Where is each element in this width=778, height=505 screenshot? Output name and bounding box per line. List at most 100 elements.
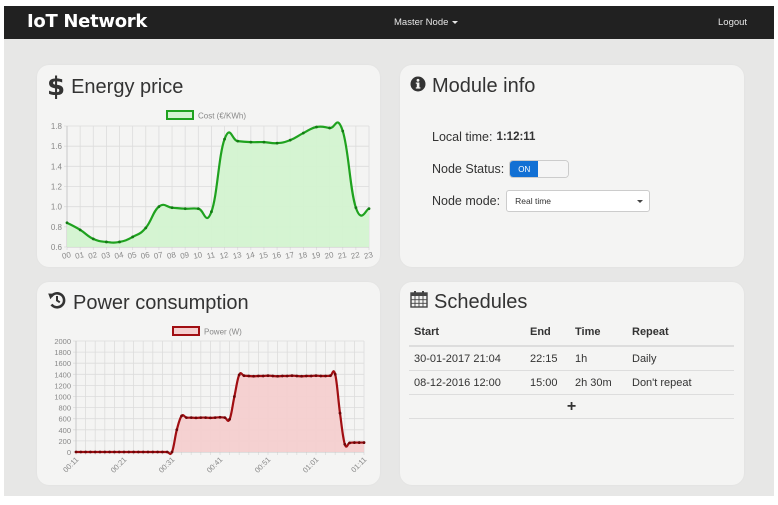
data-point	[290, 374, 294, 378]
x-tick-label: 21	[337, 250, 348, 261]
node-mode-select[interactable]: Real time	[506, 190, 651, 212]
data-point	[328, 126, 332, 130]
legend-swatch	[172, 326, 200, 336]
data-point	[315, 125, 318, 129]
data-point	[281, 374, 284, 378]
schedules-table: Start End Time Repeat 30-01-2017 21:04 2…	[409, 319, 734, 419]
data-point	[196, 207, 200, 211]
data-point	[210, 210, 213, 214]
y-tick-label: 1200	[54, 381, 71, 390]
data-point	[204, 416, 208, 419]
add-schedule-button[interactable]: +	[409, 394, 734, 419]
y-tick-label: 1.6	[51, 142, 63, 151]
caret-down-icon	[452, 20, 459, 24]
y-tick-label: 200	[58, 437, 71, 446]
data-point	[108, 450, 111, 454]
data-point	[353, 441, 356, 444]
data-point	[74, 450, 78, 454]
data-point	[165, 450, 169, 454]
node-status-toggle[interactable]: ON	[509, 160, 570, 178]
data-point	[285, 374, 289, 378]
data-point	[93, 450, 97, 454]
dollar-icon: $	[47, 72, 66, 102]
cell-start: 08-12-2016 12:00	[409, 370, 525, 395]
schedules-card: Schedules Start End Time Repeat 30-01-20…	[400, 282, 744, 485]
power-consumption-heading: Power consumption	[73, 291, 249, 314]
x-tick-label: 09	[179, 250, 190, 261]
legend-label: Cost (€/KWh)	[198, 112, 246, 121]
module-info-heading: Module info	[432, 75, 536, 97]
column-header-end[interactable]: End	[525, 319, 570, 347]
y-tick-label: 400	[58, 426, 71, 435]
add-schedule-row: +	[409, 394, 734, 419]
legend-label: Power (W)	[204, 328, 242, 337]
x-tick-label: 20	[324, 250, 335, 261]
data-point	[329, 374, 332, 378]
column-header-repeat[interactable]: Repeat	[627, 319, 734, 347]
x-tick-label: 10	[192, 250, 203, 261]
cell-start: 30-01-2017 21:04	[409, 346, 525, 371]
data-point	[117, 450, 121, 454]
node-status-label: Node Status:	[432, 162, 505, 176]
data-point	[91, 237, 95, 241]
data-point	[261, 374, 265, 378]
data-point	[314, 374, 318, 378]
cell-repeat: Daily	[627, 346, 734, 371]
data-point	[132, 450, 135, 454]
data-point	[170, 206, 174, 210]
data-point	[233, 395, 236, 398]
data-point	[141, 450, 145, 454]
local-time-row: Local time: 1:12:11	[432, 130, 535, 144]
master-node-dropdown[interactable]: Master Node	[394, 17, 459, 28]
data-point	[84, 450, 87, 454]
data-point	[354, 206, 358, 210]
y-tick-label: 0.8	[51, 223, 63, 232]
data-point	[319, 374, 323, 378]
y-tick-label: 0.6	[51, 243, 63, 252]
data-point	[209, 416, 212, 420]
cell-time: 2h 30m	[570, 370, 627, 395]
table-row[interactable]: 08-12-2016 12:00 15:00 2h 30m Don't repe…	[409, 370, 734, 395]
y-tick-label: 2000	[54, 337, 71, 346]
brand-logo[interactable]: IoT Network	[27, 11, 147, 32]
data-point	[113, 450, 116, 454]
data-point	[300, 374, 303, 378]
data-point	[348, 441, 351, 445]
column-header-start[interactable]: Start	[409, 319, 525, 347]
cell-end: 22:15	[525, 346, 570, 371]
data-point	[362, 441, 366, 444]
column-header-time[interactable]: Time	[570, 319, 627, 347]
cell-time: 1h	[570, 346, 627, 371]
y-tick-label: 1.4	[51, 162, 63, 171]
data-point	[199, 416, 203, 419]
toggle-handle	[538, 161, 569, 177]
data-point	[262, 140, 266, 144]
series-area	[67, 122, 369, 247]
cell-end: 15:00	[525, 370, 570, 395]
data-point	[242, 374, 246, 378]
x-tick-label: 04	[114, 250, 125, 261]
local-time-label: Local time:	[432, 130, 493, 144]
power-consumption-title: Power consumption	[47, 290, 249, 316]
x-tick-label: 14	[245, 250, 256, 261]
x-tick-label: 07	[153, 250, 164, 261]
x-tick-label: 06	[140, 250, 151, 261]
x-tick-label: 00:51	[253, 455, 273, 475]
module-info-card: Module info Local time: 1:12:11 Node Sta…	[400, 65, 744, 267]
table-row[interactable]: 30-01-2017 21:04 22:15 1h Daily	[409, 346, 734, 371]
data-point	[333, 372, 337, 376]
data-point	[175, 428, 179, 432]
logout-link[interactable]: Logout	[718, 17, 747, 28]
history-icon	[47, 290, 67, 316]
data-point	[183, 207, 187, 211]
y-tick-label: 1.8	[51, 122, 63, 131]
data-point	[213, 416, 217, 419]
x-tick-label: 16	[271, 250, 282, 261]
data-point	[343, 442, 347, 446]
x-tick-label: 12	[219, 250, 230, 261]
node-mode-label: Node mode:	[432, 194, 501, 208]
data-point	[237, 373, 241, 377]
data-point	[89, 450, 92, 454]
x-tick-label: 22	[350, 250, 361, 261]
local-time-value: 1:12:11	[496, 131, 536, 143]
